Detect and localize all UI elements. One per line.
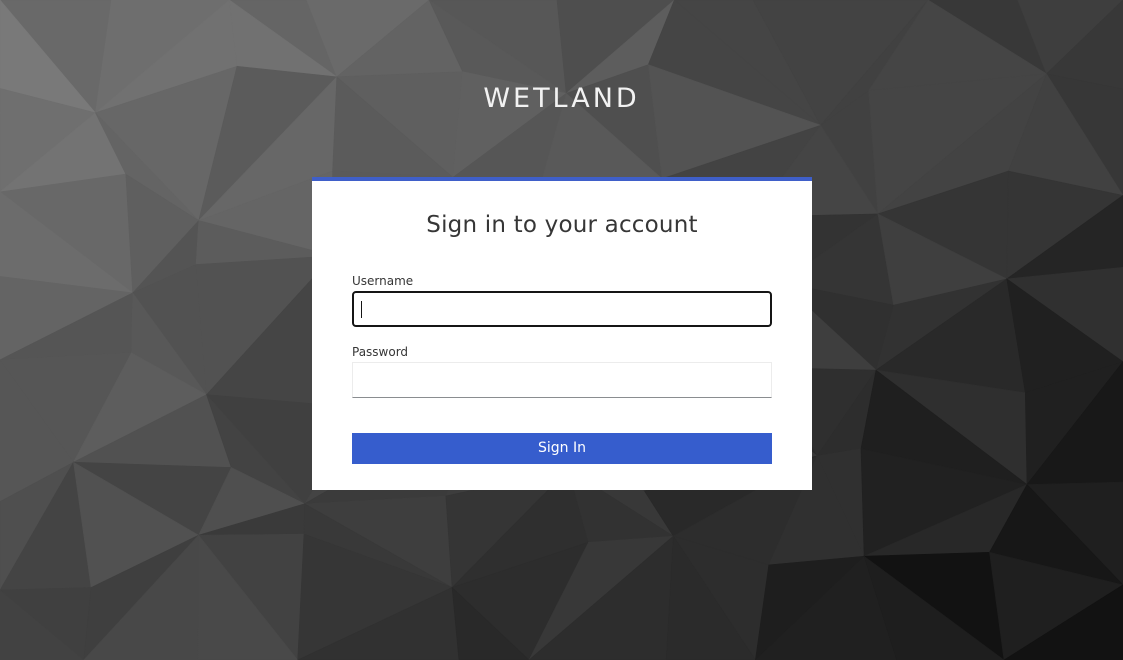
login-title: Sign in to your account: [426, 212, 698, 238]
sign-in-button[interactable]: Sign In: [352, 433, 772, 464]
brand-title: WETLAND: [483, 83, 640, 114]
username-input[interactable]: [352, 291, 772, 327]
login-page: WETLAND Sign in to your account Username…: [0, 0, 1123, 660]
username-label: Username: [352, 274, 414, 288]
password-input[interactable]: [352, 362, 772, 398]
login-card: Sign in to your account Username Passwor…: [312, 177, 812, 490]
password-label: Password: [352, 345, 409, 359]
text-cursor: [361, 301, 362, 318]
